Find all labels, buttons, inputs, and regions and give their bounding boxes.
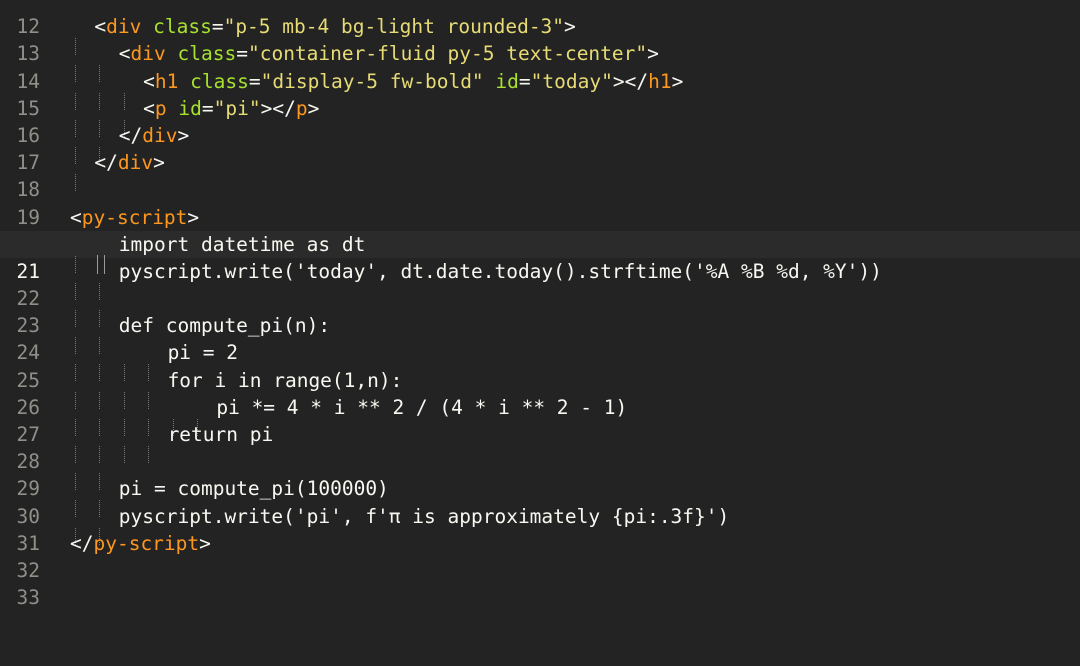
code-line[interactable]: 19 bbox=[0, 176, 1080, 229]
line-code bbox=[70, 448, 119, 491]
line-code: <p id="pi"></p> bbox=[70, 95, 320, 137]
code-text: <div class="container-fluid py-5 text-ce… bbox=[118, 42, 659, 66]
code-text: </div> bbox=[118, 123, 190, 147]
line-code: <div class="container-fluid py-5 text-ce… bbox=[70, 40, 659, 83]
code-line[interactable]: 28 return pi bbox=[0, 421, 1080, 473]
code-text: <p id="pi"></p> bbox=[143, 96, 320, 120]
code-line[interactable]: 22 pyscript.write('today', dt.date.today… bbox=[0, 258, 1080, 310]
line-code: </py-script> bbox=[70, 530, 211, 557]
code-text: pyscript.write('pi', f'π is approximatel… bbox=[118, 504, 730, 528]
line-code: <py-script> bbox=[70, 204, 199, 231]
code-line[interactable]: 13 <div class="p-5 mb-4 bg-light rounded… bbox=[0, 13, 1080, 65]
code-text: pi = compute_pi(100000) bbox=[118, 477, 389, 501]
code-line[interactable]: 29 bbox=[0, 448, 1080, 500]
line-code: <div class="p-5 mb-4 bg-light rounded-3"… bbox=[70, 13, 576, 56]
code-line[interactable]: 14 <div class="container-fluid py-5 text… bbox=[0, 40, 1080, 92]
code-text: import datetime as dt bbox=[118, 232, 366, 256]
line-code: <h1 class="display-5 fw-bold" id="today"… bbox=[70, 68, 684, 110]
code-line[interactable]: 23 bbox=[0, 285, 1080, 337]
code-text: </div> bbox=[94, 151, 165, 175]
line-code: pyscript.write('pi', f'π is approximatel… bbox=[70, 503, 730, 545]
code-text: </py-script> bbox=[70, 531, 211, 555]
line-code: </div> bbox=[70, 122, 190, 164]
code-line[interactable]: 17 </div> bbox=[0, 122, 1080, 174]
code-line[interactable]: 18 </div> bbox=[0, 149, 1080, 201]
code-text: pi *= 4 * i ** 2 / (4 * i ** 2 - 1) bbox=[216, 395, 628, 419]
code-line[interactable]: 15 <h1 class="display-5 fw-bold" id="tod… bbox=[0, 68, 1080, 120]
code-line[interactable]: 31 pyscript.write('pi', f'π is approxima… bbox=[0, 503, 1080, 555]
code-line[interactable]: 27 pi *= 4 * i ** 2 / (4 * i ** 2 - 1) bbox=[0, 394, 1080, 446]
code-line[interactable]: 12 bbox=[0, 0, 1080, 38]
line-code: pi *= 4 * i ** 2 / (4 * i ** 2 - 1) bbox=[70, 394, 628, 436]
line-code: import datetime as dt bbox=[70, 231, 366, 274]
code-line[interactable]: 16 <p id="pi"></p> bbox=[0, 95, 1080, 147]
line-code: for i in range(1,n): bbox=[70, 367, 403, 409]
code-line[interactable]: 30 pi = compute_pi(100000) bbox=[0, 475, 1080, 527]
line-code: pi = compute_pi(100000) bbox=[70, 475, 389, 518]
code-text: pyscript.write('today', dt.date.today().… bbox=[118, 259, 882, 283]
code-text: for i in range(1,n): bbox=[167, 368, 403, 392]
line-code: </div> bbox=[70, 149, 165, 192]
line-code: pi = 2 bbox=[70, 339, 239, 382]
line-code: return pi bbox=[70, 421, 274, 463]
line-code: def compute_pi(n): bbox=[70, 312, 331, 355]
code-text: <py-script> bbox=[70, 205, 200, 229]
code-line[interactable]: 33 bbox=[0, 557, 1080, 609]
code-text: def compute_pi(n): bbox=[118, 314, 331, 338]
code-line[interactable]: 25 pi = 2 bbox=[0, 339, 1080, 391]
code-text: pi = 2 bbox=[167, 341, 239, 365]
code-line[interactable]: 26 for i in range(1,n): bbox=[0, 367, 1080, 419]
code-line[interactable]: 32 </py-script> bbox=[0, 530, 1080, 582]
code-text: <div class="p-5 mb-4 bg-light rounded-3"… bbox=[94, 15, 576, 39]
code-line[interactable]: 24 def compute_pi(n): bbox=[0, 312, 1080, 364]
line-code bbox=[70, 285, 119, 328]
code-line[interactable]: 20 <py-script> bbox=[0, 204, 1080, 256]
code-editor[interactable]: 12 13 <div class="p-5 mb-4 bg-light roun… bbox=[0, 0, 1080, 609]
code-text: <h1 class="display-5 fw-bold" id="today"… bbox=[143, 69, 684, 93]
code-line-current[interactable]: 21 import datetime as dt bbox=[0, 230, 1080, 283]
line-number: 33 bbox=[16, 586, 40, 610]
line-code: pyscript.write('today', dt.date.today().… bbox=[70, 258, 882, 300]
code-text: return pi bbox=[167, 423, 274, 446]
